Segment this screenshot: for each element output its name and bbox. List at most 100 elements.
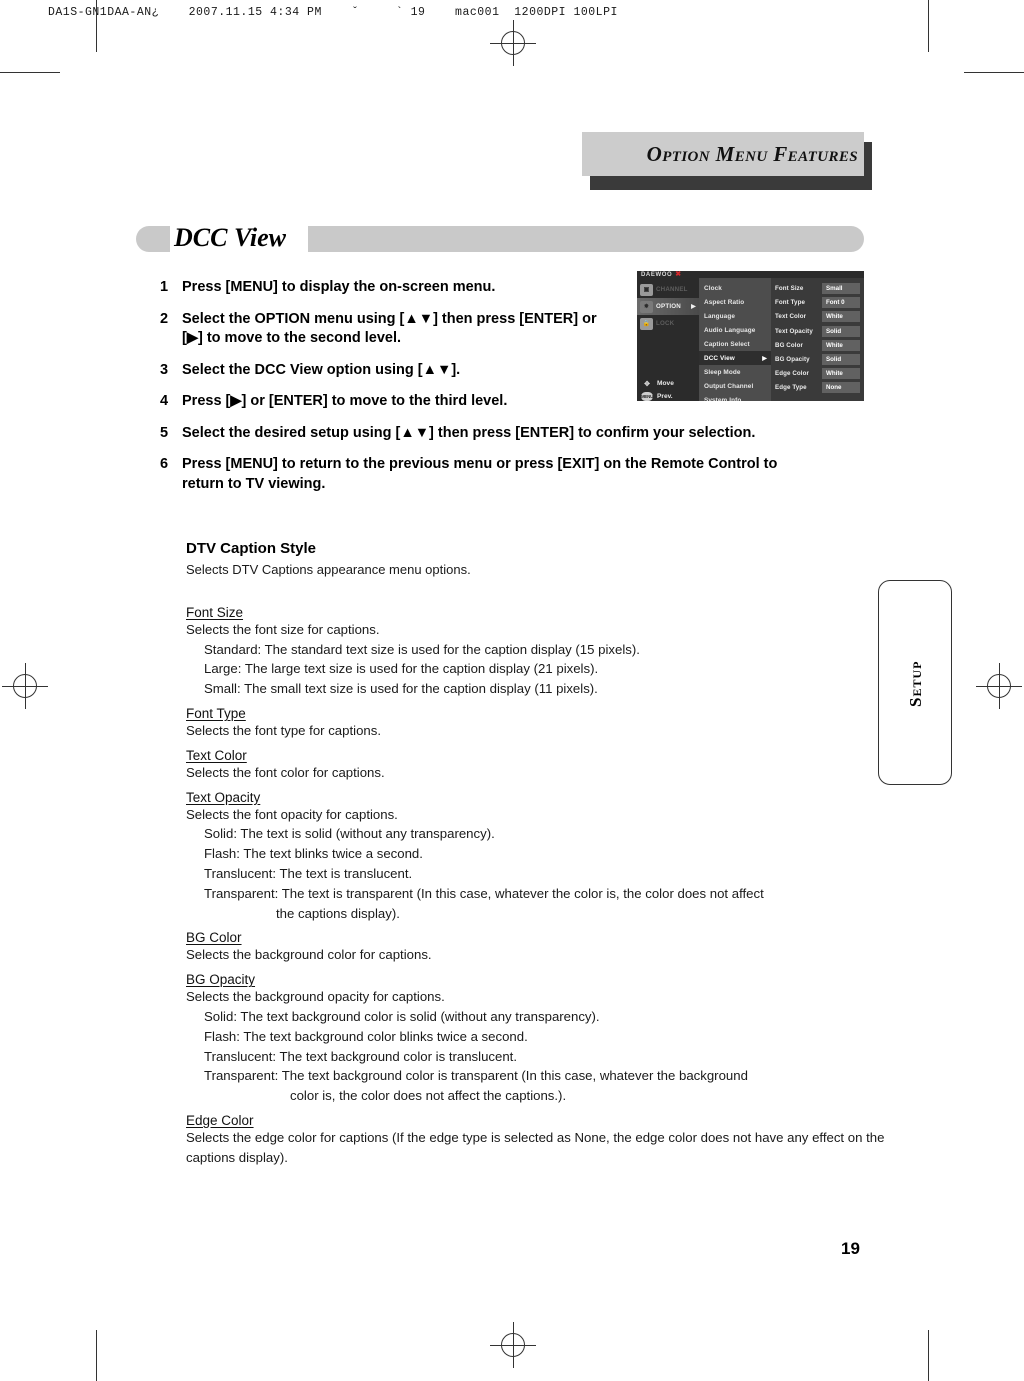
crop-mark-top-right [928, 0, 929, 52]
caption-style-heading: DTV Caption Style [186, 540, 317, 557]
osd-nav-prev: MENU Prev. [641, 390, 699, 401]
osd-submenu-label: DCC View [704, 354, 735, 362]
osd-submenu-label: Aspect Ratio [704, 298, 745, 306]
step-item: 6 Press [MENU] to return to the previous… [160, 455, 860, 494]
osd-menu-label: LOCK [656, 320, 675, 327]
osd-setting-label: Font Size [775, 285, 804, 293]
osd-setting-row[interactable]: Font Type Font 0 [775, 296, 860, 309]
term-description: Selects the font type for captions. [186, 723, 381, 739]
osd-submenu-item[interactable]: Language [699, 309, 771, 323]
daewoo-logo: DAEWOO [641, 271, 673, 278]
term-bullet: Standard: The standard text size is used… [204, 641, 640, 657]
term-bullet: Translucent: The text background color i… [204, 1048, 517, 1064]
page-number: 19 [841, 1239, 860, 1258]
osd-setting-row[interactable]: Edge Type None [775, 381, 860, 394]
osd-submenu: Clock Aspect Ratio Language Audio Langua… [699, 278, 771, 401]
osd-submenu-item[interactable]: Aspect Ratio [699, 295, 771, 309]
registration-mark-left [2, 663, 48, 709]
term-bullet: Flash: The text background color blinks … [204, 1028, 528, 1044]
side-tab-label: Setup [906, 660, 925, 707]
term-edge-color: Edge Color [186, 1112, 254, 1128]
crop-mark-bottom-left [96, 1330, 97, 1381]
term-bullet: Translucent: The text is translucent. [204, 866, 413, 882]
step-text: Press [▶] or [ENTER] to move to the thir… [182, 393, 508, 410]
term-text-opacity: Text Opacity [186, 789, 261, 805]
section-heading: DCC View [136, 223, 864, 256]
term-bullet-continuation: color is, the color does not affect the … [290, 1088, 567, 1104]
osd-setting-row[interactable]: Font Size Small [775, 282, 860, 295]
osd-nav-hints: ✥ Move MENU Prev. [637, 377, 699, 401]
crop-mark-left-top [0, 72, 60, 73]
daewoo-mark-icon: ✖ [675, 271, 682, 278]
term-bullet: Large: The large text size is used for t… [204, 661, 599, 677]
term-bullet: Solid: The text background color is soli… [204, 1009, 600, 1024]
osd-setting-value: None [822, 382, 860, 394]
osd-screenshot: DAEWOO ✖ ▣ CHANNEL ✸ OPTION ▶ 🔒 LOCK ✥ M… [637, 271, 864, 401]
osd-nav-move: ✥ Move [641, 377, 699, 390]
osd-submenu-item-dcc-view[interactable]: DCC View ▶ [699, 351, 771, 365]
osd-setting-label: Text Opacity [775, 327, 813, 335]
osd-submenu-item[interactable]: Audio Language [699, 323, 771, 337]
osd-setting-row[interactable]: Text Color White [775, 310, 860, 323]
osd-setting-value: White [822, 368, 860, 380]
osd-setting-row[interactable]: Text Opacity Solid [775, 325, 860, 338]
step-number: 1 [160, 279, 169, 295]
chapter-banner: Option Menu Features [582, 132, 872, 190]
osd-submenu-item[interactable]: Caption Select [699, 337, 771, 351]
osd-submenu-item[interactable]: Output Channel [699, 379, 771, 393]
osd-setting-label: Font Type [775, 299, 805, 307]
term-description: Selects the font opacity for captions. [186, 806, 398, 822]
chevron-right-icon: ▶ [691, 304, 696, 310]
osd-submenu-item[interactable]: Sleep Mode [699, 365, 771, 379]
step-number: 3 [160, 361, 169, 378]
osd-setting-row[interactable]: BG Opacity Solid [775, 353, 860, 366]
osd-setting-value: Solid [822, 325, 860, 337]
dpad-icon: ✥ [644, 380, 650, 388]
osd-setting-label: BG Opacity [775, 356, 810, 364]
menu-button-icon: MENU [640, 392, 654, 401]
term-bullet-lead: Transparent: The text background color i… [204, 1068, 748, 1084]
osd-submenu-label: Language [704, 312, 735, 320]
osd-brand-row: DAEWOO ✖ [637, 271, 864, 278]
crop-mark-right-top [964, 72, 1024, 73]
osd-setting-row[interactable]: Edge Color White [775, 367, 860, 380]
term-bullet: Flash: The text blinks twice a second. [204, 846, 423, 862]
crop-mark-bottom-right [928, 1330, 929, 1381]
tv-icon: ▣ [640, 283, 653, 296]
osd-menu-channel[interactable]: ▣ CHANNEL [637, 281, 699, 298]
osd-menu-label: OPTION [656, 303, 681, 310]
osd-submenu-label: Sleep Mode [704, 368, 741, 376]
term-bullet-wrapped: Transparent: The text is transparent (In… [186, 884, 886, 924]
osd-setting-label: Edge Type [775, 384, 807, 392]
term-bg-color: BG Color [186, 930, 242, 946]
osd-main-menu: ▣ CHANNEL ✸ OPTION ▶ 🔒 LOCK ✥ Move MENU … [637, 278, 699, 401]
term-bullet-continuation: the captions display). [276, 905, 400, 921]
osd-nav-label: Move [657, 380, 674, 387]
osd-submenu-item[interactable]: Clock [699, 281, 771, 295]
registration-mark-top [490, 20, 536, 66]
step-number: 2 [160, 310, 169, 327]
body-content: DTV Caption Style Selects DTV Captions a… [186, 540, 886, 1168]
osd-setting-label: Edge Color [775, 370, 810, 378]
manual-page: DA1S-GN1DAA-AN¿ 2007.11.15 4:34 PM ˇ ` 1… [0, 0, 1024, 1381]
osd-submenu-item[interactable]: System Info [699, 393, 771, 402]
term-font-size: Font Size [186, 604, 244, 620]
osd-nav-label: Prev. [657, 393, 673, 400]
term-bg-opacity: BG Opacity [186, 972, 256, 988]
registration-mark-bottom [490, 1322, 536, 1368]
term-description: Selects the background opacity for capti… [186, 989, 445, 1005]
osd-submenu-label: Output Channel [704, 382, 754, 390]
step-text: Press [MENU] to return to the previous m… [182, 456, 778, 492]
term-text-color: Text Color [186, 747, 247, 763]
osd-setting-row[interactable]: BG Color White [775, 339, 860, 352]
step-text: Select the OPTION menu using [▲▼] then p… [182, 310, 597, 347]
term-bullet: Solid: The text is solid (without any tr… [204, 826, 495, 842]
osd-menu-option[interactable]: ✸ OPTION ▶ [637, 298, 699, 315]
term-bullet: Small: The small text size is used for t… [204, 681, 598, 697]
osd-menu-lock[interactable]: 🔒 LOCK [637, 315, 699, 332]
osd-menu-label: CHANNEL [656, 286, 688, 293]
term-description: Selects the background color for caption… [186, 947, 432, 963]
term-bullet-lead: Transparent: The text is transparent (In… [204, 885, 764, 901]
step-text: Select the desired setup using [▲▼] then… [182, 424, 756, 441]
